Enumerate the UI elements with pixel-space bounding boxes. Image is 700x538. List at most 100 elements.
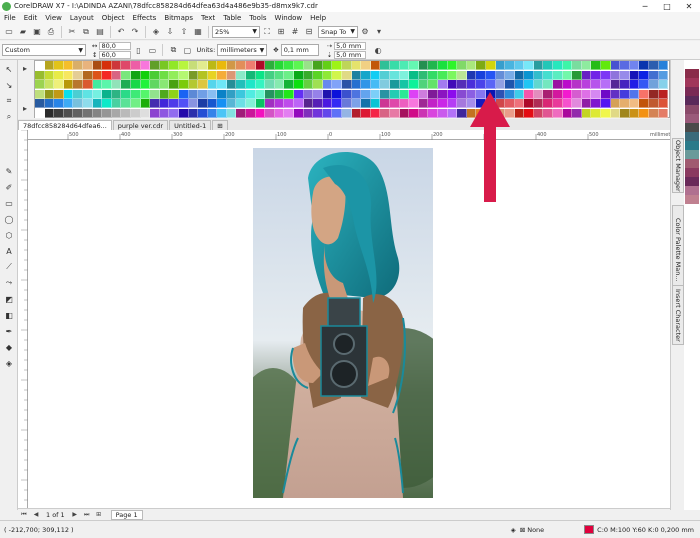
color-swatch[interactable]	[63, 108, 74, 118]
color-swatch[interactable]	[629, 99, 640, 108]
color-swatch[interactable]	[591, 89, 602, 99]
color-swatch[interactable]	[524, 80, 534, 89]
color-swatch[interactable]	[44, 80, 55, 89]
color-swatch[interactable]	[236, 108, 247, 118]
polygon-tool-icon[interactable]: ⬡	[2, 228, 16, 242]
color-swatch[interactable]	[92, 80, 103, 89]
color-swatch[interactable]	[620, 80, 630, 89]
color-swatch[interactable]	[610, 80, 621, 89]
color-swatch[interactable]	[342, 70, 352, 80]
color-swatch[interactable]	[274, 80, 285, 89]
color-swatch[interactable]	[457, 89, 467, 99]
color-swatch[interactable]	[274, 70, 285, 80]
vertical-ruler[interactable]	[18, 129, 28, 508]
color-swatch[interactable]	[572, 70, 582, 80]
color-swatch[interactable]	[111, 70, 122, 80]
color-swatch[interactable]	[217, 108, 227, 118]
menu-effects[interactable]: Effects	[129, 14, 161, 22]
color-swatch[interactable]	[255, 70, 266, 80]
docker-object-manager[interactable]: Object Manager	[672, 138, 684, 193]
color-swatch[interactable]	[505, 80, 515, 89]
color-swatch[interactable]	[418, 61, 429, 70]
color-swatch[interactable]	[265, 89, 275, 99]
transparency-tool-icon[interactable]: ◧	[2, 308, 16, 322]
new-document-icon[interactable]: ▭	[3, 26, 15, 38]
color-swatch[interactable]	[418, 108, 429, 118]
drop-shadow-icon[interactable]: ◩	[2, 292, 16, 306]
tab-document-78dfcc[interactable]: 78dfcc858284d64dfea6...	[18, 120, 112, 130]
color-swatch[interactable]	[685, 69, 699, 78]
color-swatch[interactable]	[303, 108, 314, 118]
color-swatch[interactable]	[207, 89, 218, 99]
color-swatch[interactable]	[389, 108, 400, 118]
color-swatch[interactable]	[553, 70, 563, 80]
color-swatch[interactable]	[649, 80, 659, 89]
color-swatch[interactable]	[485, 61, 496, 70]
color-swatch[interactable]	[581, 61, 592, 70]
cut-icon[interactable]: ✂	[66, 26, 78, 38]
color-swatch[interactable]	[495, 61, 506, 70]
color-swatch[interactable]	[533, 80, 544, 89]
color-swatch[interactable]	[198, 99, 208, 108]
color-swatch[interactable]	[505, 99, 515, 108]
color-swatch[interactable]	[370, 70, 381, 80]
menu-view[interactable]: View	[41, 14, 66, 22]
color-swatch[interactable]	[601, 80, 611, 89]
color-swatch[interactable]	[685, 96, 699, 105]
color-swatch[interactable]	[562, 80, 573, 89]
color-swatch[interactable]	[562, 99, 573, 108]
color-swatch[interactable]	[380, 61, 390, 70]
color-swatch[interactable]	[217, 70, 227, 80]
color-swatch[interactable]	[54, 80, 64, 89]
color-swatch[interactable]	[188, 61, 199, 70]
color-swatch[interactable]	[533, 89, 544, 99]
color-swatch[interactable]	[274, 61, 285, 70]
color-swatch[interactable]	[92, 61, 103, 70]
color-swatch[interactable]	[380, 99, 390, 108]
drawing-canvas[interactable]	[28, 140, 670, 508]
color-swatch[interactable]	[236, 61, 247, 70]
color-swatch[interactable]	[284, 99, 295, 108]
color-swatch[interactable]	[591, 61, 602, 70]
color-swatch[interactable]	[685, 177, 699, 186]
parallel-dimension-icon[interactable]: ⟋	[2, 260, 16, 274]
color-swatch[interactable]	[639, 108, 649, 118]
color-swatch[interactable]	[322, 89, 333, 99]
color-swatch[interactable]	[332, 80, 342, 89]
color-swatch[interactable]	[361, 61, 371, 70]
color-swatch[interactable]	[188, 99, 199, 108]
color-swatch[interactable]	[102, 70, 112, 80]
color-swatch[interactable]	[332, 61, 342, 70]
crop-tool-icon[interactable]: ⌗	[2, 94, 16, 108]
color-swatch[interactable]	[437, 99, 448, 108]
color-swatch[interactable]	[428, 70, 438, 80]
color-swatch[interactable]	[389, 89, 400, 99]
color-swatch[interactable]	[217, 61, 227, 70]
color-swatch[interactable]	[246, 80, 256, 89]
color-swatch[interactable]	[198, 61, 208, 70]
next-page-icon[interactable]: ▶	[70, 510, 80, 520]
tab-untitled-1[interactable]: Untitled-1	[169, 120, 212, 130]
color-swatch[interactable]	[169, 80, 179, 89]
color-swatch[interactable]	[685, 159, 699, 168]
palette-flyout-icon[interactable]: ▸	[19, 62, 31, 74]
color-swatch[interactable]	[121, 89, 131, 99]
color-swatch[interactable]	[399, 70, 410, 80]
color-swatch[interactable]	[294, 108, 304, 118]
color-swatch[interactable]	[207, 99, 218, 108]
interactive-fill-icon[interactable]: ◆	[2, 340, 16, 354]
color-swatch[interactable]	[111, 89, 122, 99]
color-swatch[interactable]	[207, 108, 218, 118]
color-swatch[interactable]	[159, 61, 170, 70]
color-swatch[interactable]	[322, 99, 333, 108]
units-dropdown[interactable]: millimeters ▼	[217, 44, 268, 56]
color-swatch[interactable]	[524, 61, 534, 70]
color-swatch[interactable]	[342, 61, 352, 70]
color-swatch[interactable]	[82, 61, 93, 70]
color-swatch[interactable]	[294, 70, 304, 80]
tab-purple-ver[interactable]: purple ver.cdr	[112, 120, 169, 130]
color-swatch[interactable]	[685, 141, 699, 150]
color-swatch[interactable]	[169, 108, 179, 118]
color-swatch[interactable]	[437, 89, 448, 99]
color-swatch[interactable]	[543, 99, 554, 108]
